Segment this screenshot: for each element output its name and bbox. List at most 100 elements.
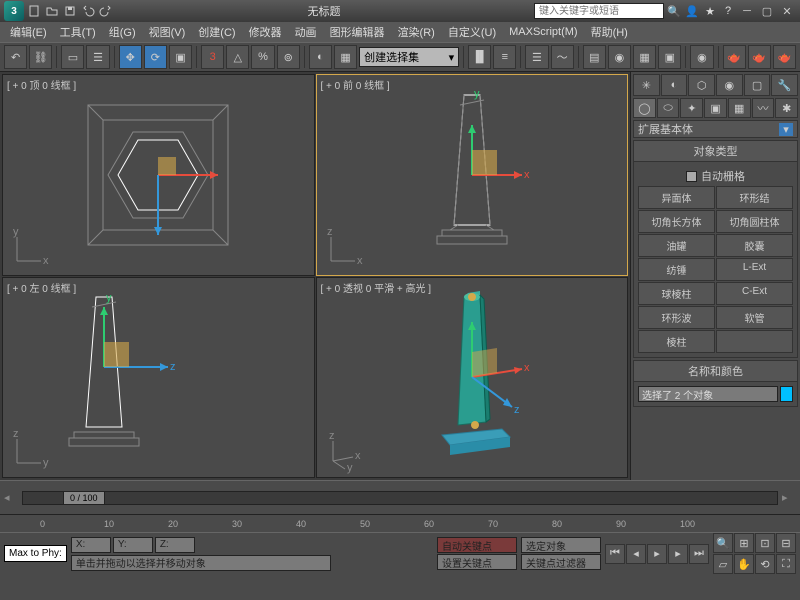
cameras-subtab[interactable]: ▣: [704, 98, 727, 118]
help-icon[interactable]: ?: [720, 3, 736, 19]
star-icon[interactable]: ★: [702, 3, 718, 19]
menu-maxscript[interactable]: MAXScript(M): [503, 24, 583, 40]
rollout-header[interactable]: 对象类型: [634, 141, 797, 162]
autogrid-checkbox[interactable]: [686, 171, 697, 182]
viewport-front[interactable]: [ + 0 前 0 线框 ] yx x z: [316, 74, 629, 276]
minimize-button[interactable]: ─: [738, 4, 756, 18]
next-frame-button[interactable]: ▸: [668, 544, 688, 564]
material-editor-button[interactable]: ◉: [608, 45, 631, 69]
rollout-header[interactable]: 名称和颜色: [634, 361, 797, 382]
user-icon[interactable]: 👤: [684, 3, 700, 19]
autogrid-row[interactable]: 自动栅格: [638, 166, 793, 186]
redo-icon[interactable]: [98, 3, 114, 19]
zoom-extents-button[interactable]: ⊡: [755, 533, 775, 553]
menu-animation[interactable]: 动画: [289, 22, 323, 42]
save-icon[interactable]: [62, 3, 78, 19]
spinner-snap-button[interactable]: ⊚: [277, 45, 300, 69]
shapes-subtab[interactable]: ⬭: [657, 98, 680, 118]
utilities-tab[interactable]: 🔧: [771, 74, 798, 96]
select-button[interactable]: ▭: [61, 45, 84, 69]
render-production-button[interactable]: ◉: [690, 45, 713, 69]
app-logo[interactable]: 3: [4, 1, 24, 21]
maximize-button[interactable]: ▢: [758, 4, 776, 18]
setkey-button[interactable]: 设置关键点: [437, 554, 517, 570]
obj-torusknot[interactable]: 环形结: [716, 186, 793, 209]
time-slider[interactable]: 0 / 100: [22, 491, 778, 505]
search-input[interactable]: [534, 3, 664, 19]
teapot1-button[interactable]: 🫖: [723, 45, 746, 69]
lights-subtab[interactable]: ✦: [680, 98, 703, 118]
hierarchy-tab[interactable]: ⬡: [688, 74, 715, 96]
obj-chamferbox[interactable]: 切角长方体: [638, 210, 715, 233]
obj-capsule[interactable]: 胶囊: [716, 234, 793, 257]
modify-tab[interactable]: ◐: [661, 74, 688, 96]
menu-modifiers[interactable]: 修改器: [243, 22, 288, 42]
menu-tools[interactable]: 工具(T): [54, 22, 102, 42]
render-frame-button[interactable]: ▣: [658, 45, 681, 69]
obj-cext[interactable]: C-Ext: [716, 282, 793, 305]
viewport-perspective[interactable]: [ + 0 透视 0 平滑 + 高光 ] x z: [316, 277, 629, 479]
obj-spindle[interactable]: 纺锤: [638, 258, 715, 281]
time-ruler[interactable]: 0 10 20 30 40 50 60 70 80 90 100: [0, 514, 800, 532]
select-name-button[interactable]: ☰: [86, 45, 109, 69]
object-color-swatch[interactable]: [780, 386, 793, 402]
align-button[interactable]: ▦: [334, 45, 357, 69]
obj-chamfercyl[interactable]: 切角圆柱体: [716, 210, 793, 233]
select-move-button[interactable]: ✥: [119, 45, 142, 69]
obj-ringwave[interactable]: 环形波: [638, 306, 715, 329]
time-scroll-left[interactable]: ◂: [4, 491, 18, 504]
zoom-extents-all-button[interactable]: ⊟: [776, 533, 796, 553]
menu-views[interactable]: 视图(V): [143, 22, 192, 42]
link-button[interactable]: ⛓: [29, 45, 52, 69]
create-tab[interactable]: ✳: [633, 74, 660, 96]
select-scale-button[interactable]: ▣: [169, 45, 192, 69]
menu-grapheditors[interactable]: 图形编辑器: [324, 22, 391, 42]
menu-rendering[interactable]: 渲染(R): [392, 22, 441, 42]
orbit-button[interactable]: ⟲: [755, 554, 775, 574]
keyfilter-button[interactable]: 关键点过滤器: [521, 554, 601, 570]
open-icon[interactable]: [44, 3, 60, 19]
pan-button[interactable]: ✋: [734, 554, 754, 574]
geometry-subtab[interactable]: ◯: [633, 98, 656, 118]
obj-lext[interactable]: L-Ext: [716, 258, 793, 281]
helpers-subtab[interactable]: ▦: [728, 98, 751, 118]
undo-button[interactable]: ↶: [4, 45, 27, 69]
goto-end-button[interactable]: ⏭: [689, 544, 709, 564]
motion-tab[interactable]: ◉: [716, 74, 743, 96]
menu-create[interactable]: 创建(C): [192, 22, 241, 42]
selection-set-dropdown[interactable]: 创建选择集: [359, 47, 459, 67]
y-field[interactable]: Y:: [113, 537, 153, 553]
obj-hedra[interactable]: 异面体: [638, 186, 715, 209]
teapot3-button[interactable]: 🫖: [773, 45, 796, 69]
obj-prism[interactable]: 棱柱: [638, 330, 715, 353]
menu-group[interactable]: 组(G): [103, 22, 142, 42]
display-tab[interactable]: ▢: [744, 74, 771, 96]
schematic-button[interactable]: ▤: [583, 45, 606, 69]
curve-editor-button[interactable]: 〜: [551, 45, 574, 69]
viewport-top[interactable]: [ + 0 顶 0 线框 ] x y: [2, 74, 315, 276]
goto-start-button[interactable]: ⏮: [605, 544, 625, 564]
time-thumb[interactable]: 0 / 100: [63, 491, 105, 505]
selobj-dropdown[interactable]: 选定对象: [521, 537, 601, 553]
z-field[interactable]: Z:: [155, 537, 195, 553]
object-name-input[interactable]: [638, 386, 778, 402]
layers-button[interactable]: ☰: [525, 45, 548, 69]
close-button[interactable]: ✕: [778, 4, 796, 18]
play-button[interactable]: ▸: [647, 544, 667, 564]
select-rotate-button[interactable]: ⟳: [144, 45, 167, 69]
angle-snap-button[interactable]: △: [226, 45, 249, 69]
new-icon[interactable]: [26, 3, 42, 19]
teapot2-button[interactable]: 🫖: [748, 45, 771, 69]
render-setup-button[interactable]: ▦: [633, 45, 656, 69]
prev-frame-button[interactable]: ◂: [626, 544, 646, 564]
maximize-viewport-button[interactable]: ⛶: [776, 554, 796, 574]
x-field[interactable]: X:: [71, 537, 111, 553]
viewport-left[interactable]: [ + 0 左 0 线框 ] yz y z: [2, 277, 315, 479]
systems-subtab[interactable]: ✱: [775, 98, 798, 118]
obj-gengon[interactable]: 球棱柱: [638, 282, 715, 305]
category-dropdown[interactable]: 扩展基本体: [633, 120, 798, 138]
obj-oiltank[interactable]: 油罐: [638, 234, 715, 257]
undo-icon[interactable]: [80, 3, 96, 19]
zoom-button[interactable]: 🔍: [713, 533, 733, 553]
autokey-button[interactable]: 自动关键点: [437, 537, 517, 553]
